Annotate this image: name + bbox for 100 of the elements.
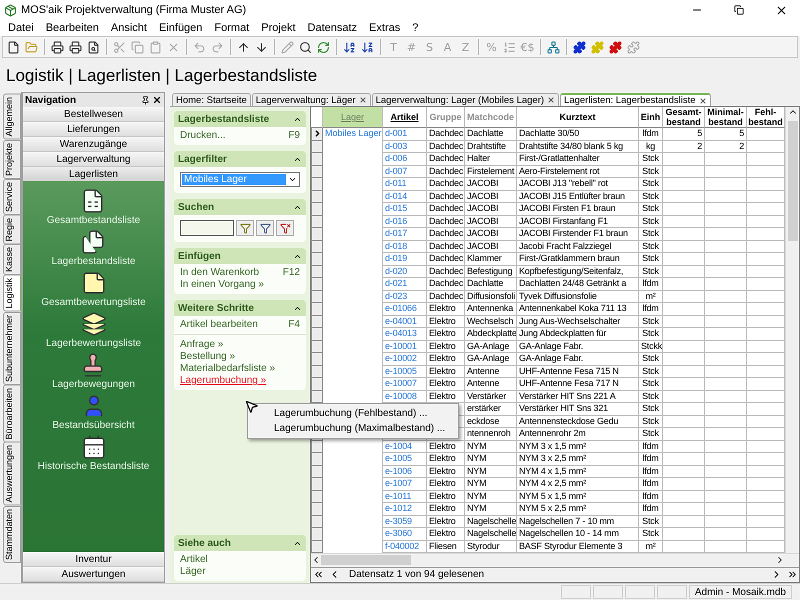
nav-group[interactable]: Lagerverwaltung <box>23 152 164 167</box>
nav-item[interactable]: Bestandsübersicht <box>52 393 135 431</box>
menu-item[interactable]: Datei <box>2 20 40 36</box>
menu-item[interactable]: Ansicht <box>104 20 153 36</box>
section-title: Einfügen <box>178 250 222 262</box>
nav-group[interactable]: Bestellwesen <box>23 107 164 122</box>
table-cell: Abdeckplatte <box>465 328 517 340</box>
section-header[interactable]: Lagerfilter <box>174 151 306 167</box>
nav-item[interactable]: Gesamtbewertungsliste <box>41 270 146 308</box>
close-icon[interactable] <box>152 95 162 105</box>
row-selector[interactable] <box>311 128 323 140</box>
table-cell <box>705 328 747 340</box>
table-cell: e-1007 <box>383 478 427 490</box>
pin-icon[interactable] <box>141 96 150 104</box>
table-cell <box>663 190 705 203</box>
side-tab[interactable]: Logistik <box>3 275 21 312</box>
task-link[interactable]: Materialbedarfsliste » <box>180 363 276 374</box>
side-tab[interactable]: Stammdaten <box>3 506 21 563</box>
table-cell: JACOBI <box>465 240 517 253</box>
caret-icon <box>288 175 296 184</box>
task-link[interactable]: Bestellung » <box>180 351 236 362</box>
menu-item[interactable]: Projekt <box>255 20 302 36</box>
menu-item[interactable]: Einfügen <box>152 20 208 36</box>
menu-item[interactable]: Bearbeiten <box>40 20 105 36</box>
nav-item[interactable]: Lagerbestandsliste <box>52 229 136 267</box>
table-cell: Elektro <box>427 466 465 478</box>
side-tab[interactable]: Büroarbeiten <box>3 384 21 442</box>
table-cell: UHF-Antenne Fesa 717 N <box>517 378 639 390</box>
side-tab[interactable]: Projekte <box>3 140 21 179</box>
filter-list-button[interactable] <box>256 220 274 236</box>
nav-item[interactable]: Historische Bestandsliste <box>38 434 150 472</box>
column-header[interactable]: Minimal- bestand <box>705 107 747 128</box>
task-link[interactable]: Artikel <box>180 554 208 565</box>
table-cell: GA-Anlage Fabr. <box>517 340 639 353</box>
document-tab[interactable]: Lagerverwaltung: Läger <box>252 93 371 106</box>
table-cell: e-04001 <box>383 316 427 328</box>
section-header[interactable]: Lagerbestandsliste <box>174 111 306 127</box>
arrow-down-icon <box>255 40 268 54</box>
side-tab[interactable]: Allgemein <box>3 94 21 140</box>
vertical-scrollbar[interactable] <box>785 107 799 553</box>
nav-item[interactable]: Lagerbewertungsliste <box>46 311 142 349</box>
sort-descending-icon <box>361 40 374 54</box>
table-cell <box>705 353 747 366</box>
menu-item[interactable]: Datensatz <box>302 20 364 36</box>
task-link[interactable]: In einen Vorgang » <box>180 279 264 290</box>
table-cell: Elektro <box>427 303 465 316</box>
column-header[interactable]: Artikel <box>383 107 427 128</box>
table-cell: Stck <box>639 403 663 416</box>
nav-group[interactable]: Lieferungen <box>23 122 164 137</box>
scroll-thumb[interactable] <box>321 555 411 566</box>
table-cell <box>663 403 705 416</box>
document-tab[interactable]: Lagerverwaltung: Lager (Mobiles Lager) <box>372 93 560 106</box>
section-header[interactable]: Einfügen <box>174 248 306 264</box>
close-icon[interactable] <box>547 96 556 104</box>
table-cell: Stck <box>639 366 663 378</box>
table-cell: lfdm <box>639 453 663 466</box>
section-header[interactable]: Weitere Schritte <box>174 300 306 316</box>
column-header[interactable]: Gesamt- bestand <box>663 107 705 128</box>
task-link[interactable]: In den Warenkorb <box>180 267 260 278</box>
nav-group[interactable]: Lagerlisten <box>23 167 164 182</box>
close-icon[interactable] <box>698 96 707 104</box>
table-cell: Kopfbefestigung/Seitenfalz, <box>517 266 639 278</box>
menu-item[interactable]: Format <box>208 20 256 36</box>
horizontal-scrollbar[interactable] <box>311 553 799 567</box>
side-tab[interactable]: Service <box>3 178 21 215</box>
document-tab[interactable]: Lagerlisten: Lagerbestandsliste <box>560 93 711 106</box>
close-icon[interactable] <box>358 96 367 104</box>
scroll-thumb[interactable] <box>788 121 798 241</box>
section-header[interactable]: Siehe auch <box>174 535 306 551</box>
side-tab[interactable]: Kasse <box>3 244 21 276</box>
menu-item[interactable]: ? <box>406 20 424 36</box>
table-cell: GA-Anlage Fabr. <box>517 353 639 366</box>
table-cell <box>705 278 747 290</box>
nav-group[interactable]: Warenzugänge <box>23 137 164 152</box>
table-cell: Stck <box>639 328 663 340</box>
nav-group[interactable]: Auswertungen <box>23 567 164 582</box>
document-tab[interactable]: Home: Startseite <box>172 93 251 106</box>
column-header[interactable]: Kurztext <box>517 107 639 128</box>
search-field[interactable] <box>180 220 234 236</box>
section-header[interactable]: Suchen <box>174 199 306 215</box>
column-header[interactable]: Einh <box>639 107 663 128</box>
nav-group[interactable]: Inventur <box>23 552 164 567</box>
task-link[interactable]: Artikel bearbeiten <box>180 319 258 330</box>
side-tab[interactable]: Regie <box>3 214 21 244</box>
table-cell: NYM 4 x 2,5 mm² <box>517 478 639 490</box>
menu-item[interactable]: Lagerumbuchung (Maximalbestand) ... <box>248 421 458 436</box>
table-cell: Dachlatte <box>465 128 517 140</box>
nav-item[interactable]: Lagerbewegungen <box>52 352 135 390</box>
task-link[interactable]: Lagerumbuchung » <box>180 375 266 386</box>
table-cell: Elektro <box>427 340 465 353</box>
table-cell: e-10007 <box>383 378 427 390</box>
clear-filter-button[interactable] <box>276 220 294 236</box>
task-link[interactable]: Drucken... <box>180 130 226 141</box>
side-tab[interactable]: Auswertungen <box>3 442 21 506</box>
side-tab[interactable]: Subunternehmer <box>3 312 21 385</box>
filter-button[interactable] <box>236 220 254 236</box>
task-link[interactable]: Anfrage » <box>180 339 224 350</box>
menu-item[interactable]: Extras <box>363 20 406 36</box>
task-link[interactable]: Läger <box>180 566 206 577</box>
table-cell <box>663 266 705 278</box>
